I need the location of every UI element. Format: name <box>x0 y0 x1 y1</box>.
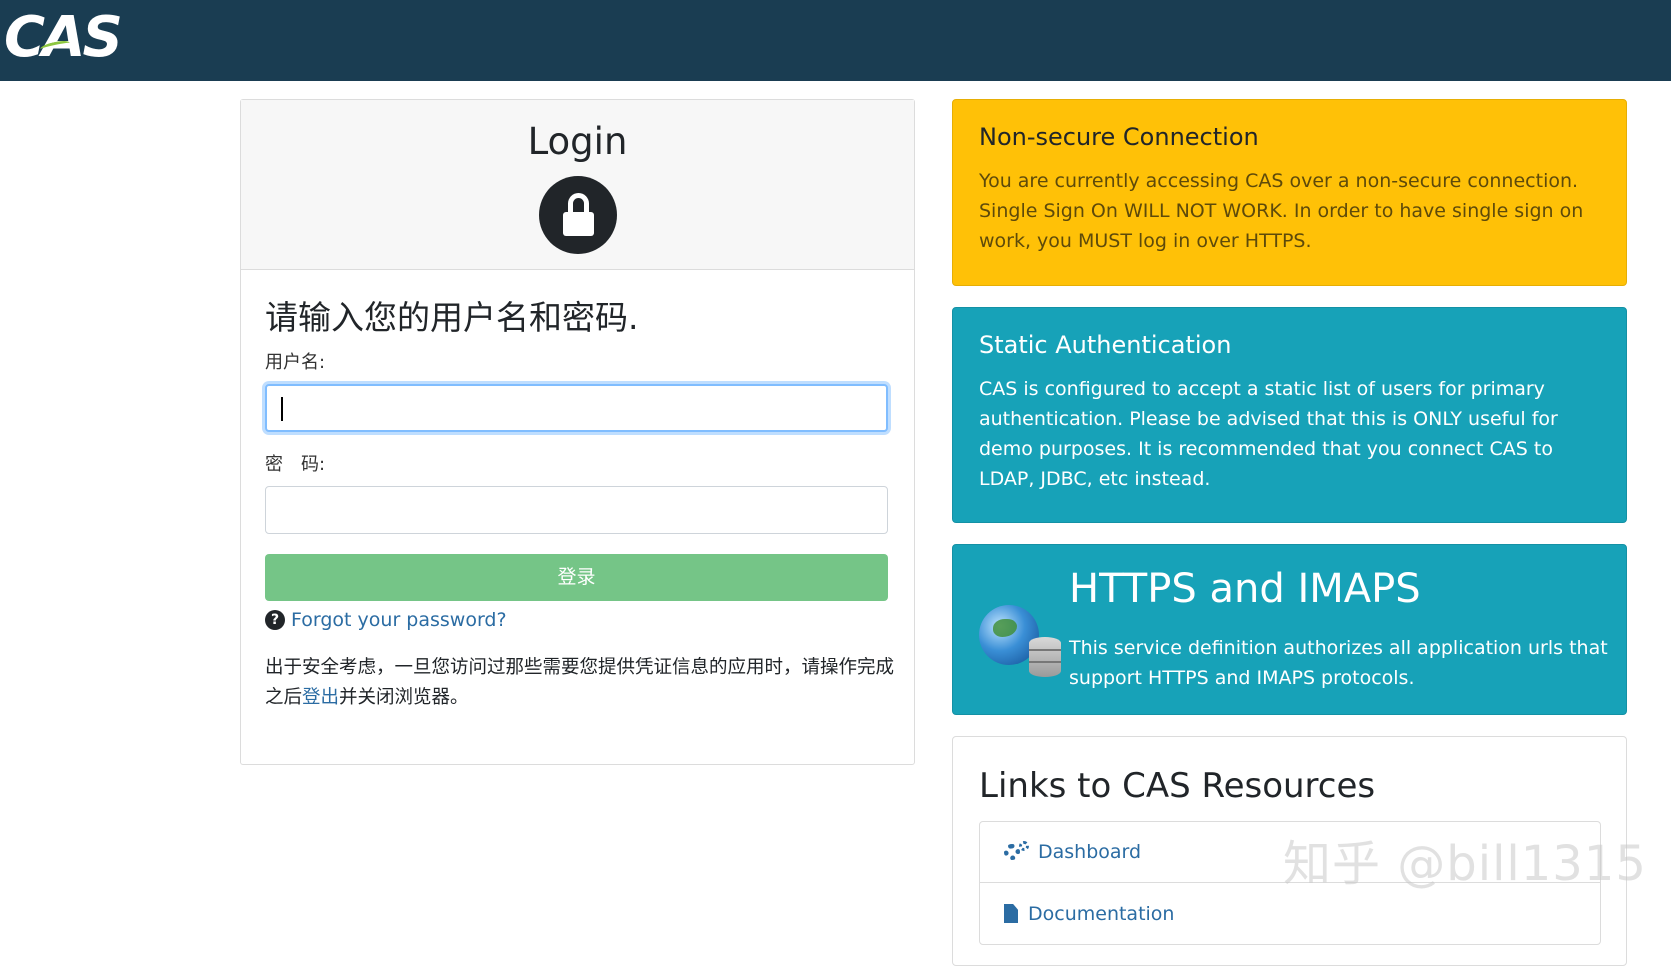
login-header: Login <box>241 100 914 270</box>
documentation-link-label: Documentation <box>1028 902 1175 925</box>
login-title: Login <box>527 120 628 163</box>
password-input[interactable] <box>265 486 888 534</box>
nonsecure-connection-alert: Non-secure Connection You are currently … <box>952 99 1627 286</box>
forgot-password-text: Forgot your password? <box>291 609 507 631</box>
username-label: 用户名: <box>265 352 326 373</box>
file-icon <box>1004 904 1018 923</box>
alert-text: This service definition authorizes all a… <box>1069 637 1608 689</box>
dashboard-link-label: Dashboard <box>1038 841 1142 863</box>
forgot-password-link[interactable]: ? Forgot your password? <box>265 607 890 633</box>
alert-text: You are currently accessing CAS over a n… <box>979 170 1584 252</box>
watermark-text: 知乎 @bill1315 <box>1283 836 1647 892</box>
gears-icon <box>1004 841 1030 863</box>
security-notice: 出于安全考虑，一旦您访问过那些需要您提供凭证信息的应用时，请操作完成之后登出并关… <box>265 653 895 713</box>
cas-logo[interactable]: CAS <box>4 5 123 70</box>
logout-link[interactable]: 登出 <box>302 687 339 708</box>
login-form: 请输入您的用户名和密码. 用户名: 密 码: 登录 ? Forgot your … <box>241 298 914 713</box>
logo-text: CAS <box>4 5 123 70</box>
password-label: 密 码: <box>265 454 326 475</box>
login-submit-button[interactable]: 登录 <box>265 554 888 601</box>
https-imaps-alert: HTTPS and IMAPS This service definition … <box>952 544 1627 715</box>
top-navbar: CAS <box>0 0 1671 81</box>
static-authentication-alert: Static Authentication CAS is configured … <box>952 307 1627 523</box>
login-prompt: 请输入您的用户名和密码. <box>265 298 639 337</box>
database-icon <box>1029 637 1061 677</box>
notice-text-end: 并关闭浏览器。 <box>339 687 469 708</box>
alert-title: Static Authentication <box>979 331 1232 359</box>
resources-title: Links to CAS Resources <box>979 766 1376 806</box>
question-circle-icon: ? <box>265 610 285 630</box>
username-input[interactable] <box>265 384 888 432</box>
alert-title: Non-secure Connection <box>979 123 1259 151</box>
documentation-link[interactable]: Documentation <box>980 883 1600 944</box>
lock-icon <box>538 176 617 254</box>
alert-title: HTTPS and IMAPS <box>1069 566 1421 612</box>
login-card: Login 请输入您的用户名和密码. 用户名: 密 码: 登录 ? Forgot… <box>240 99 915 765</box>
alert-text: CAS is configured to accept a static lis… <box>979 378 1558 490</box>
text-caret <box>281 397 283 421</box>
